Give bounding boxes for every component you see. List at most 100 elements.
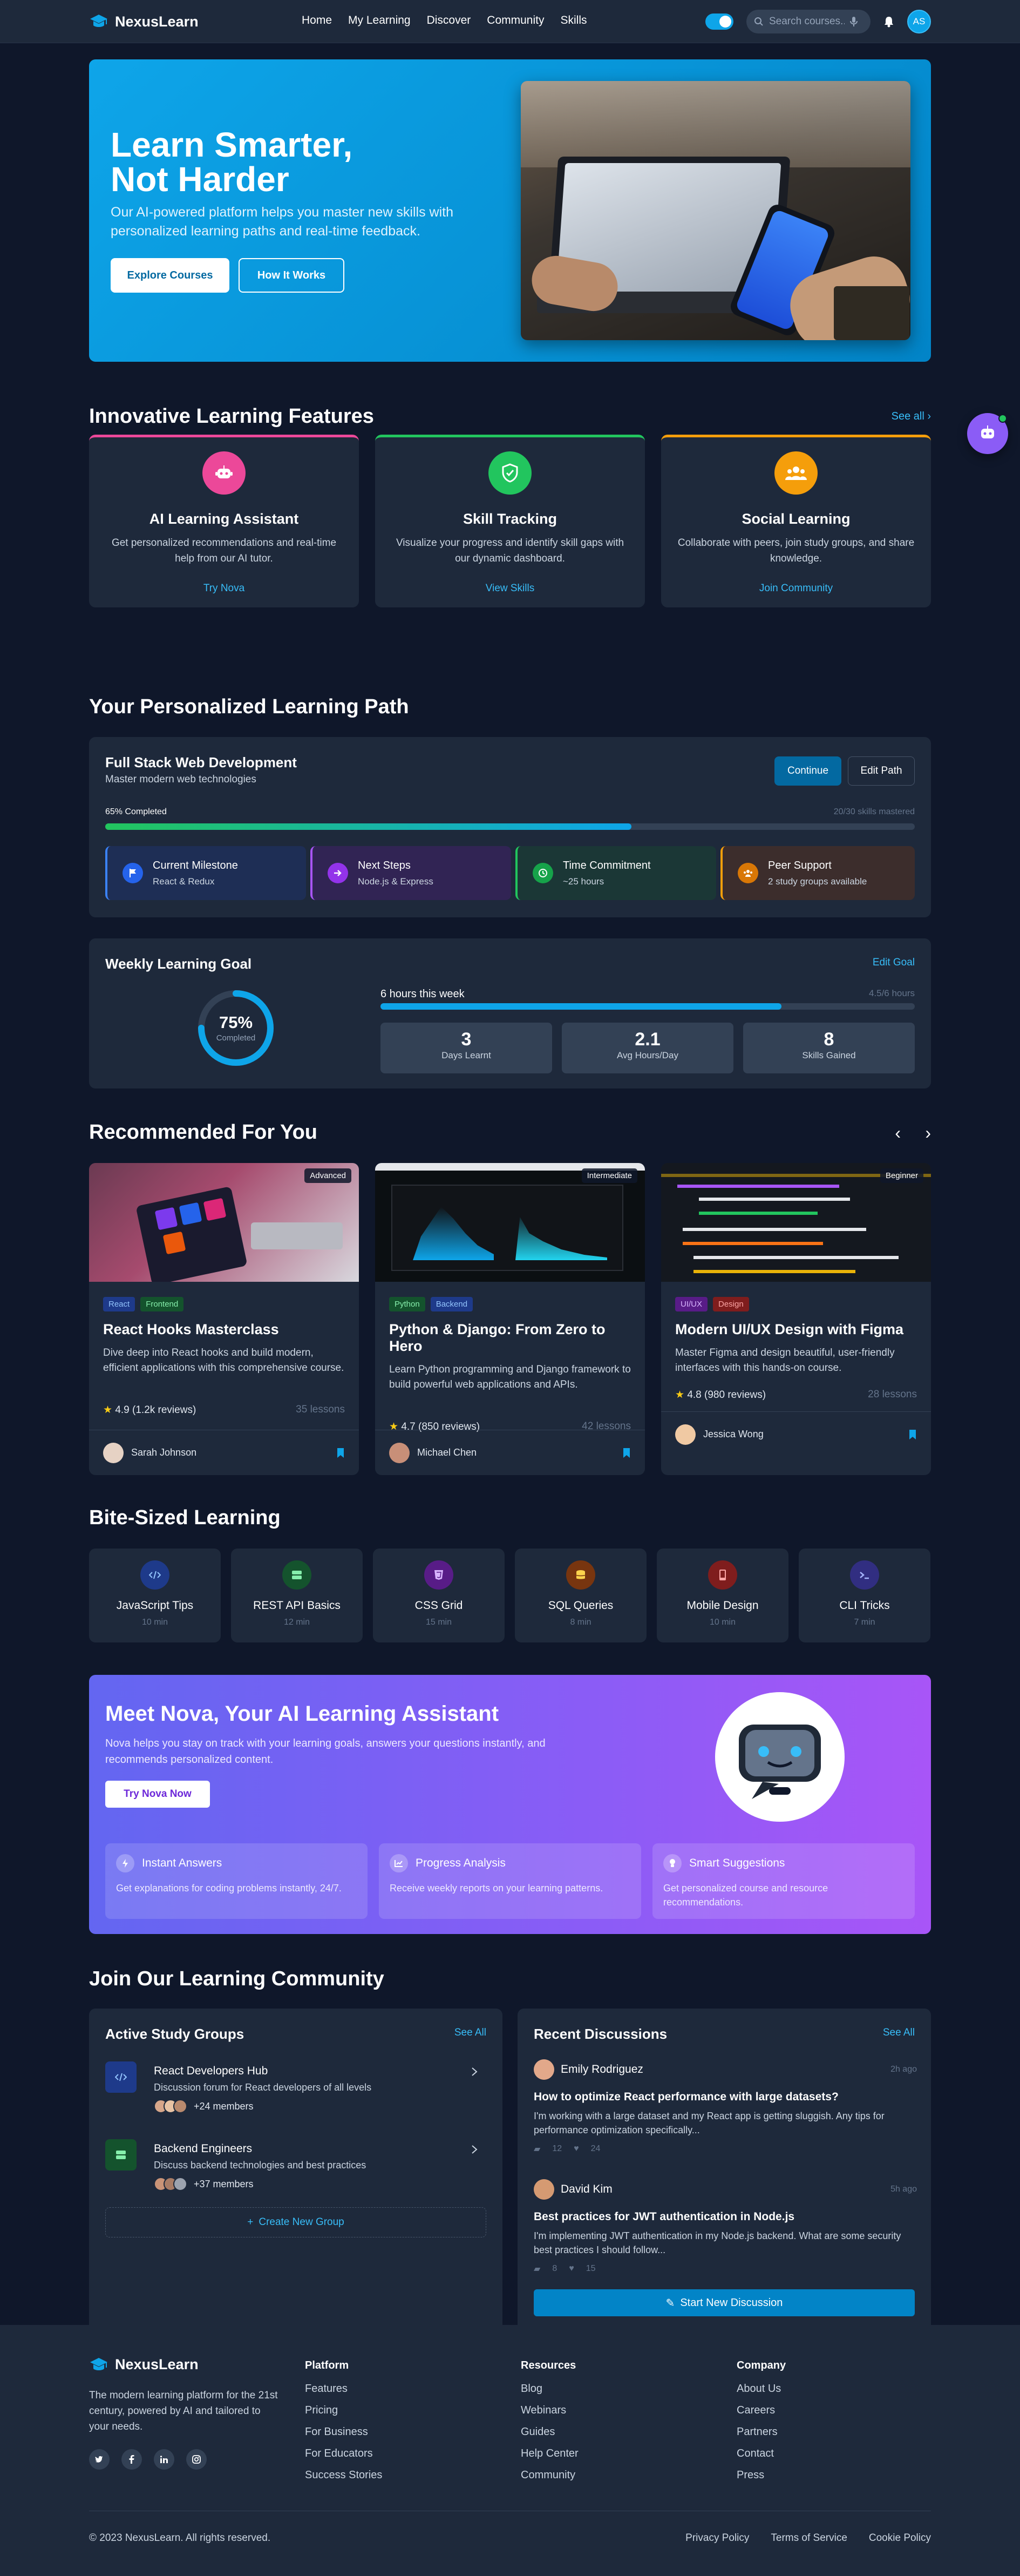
nova-feature-title: Smart Suggestions [689,1857,785,1869]
course-card-react-hooks[interactable]: Advanced React Frontend React Hooks Maste… [89,1163,359,1475]
instagram-icon[interactable] [186,2449,207,2470]
footer-link[interactable]: Contact [737,2448,786,2459]
hero-banner: Learn Smarter, Not Harder Our AI-powered … [89,59,931,362]
carousel-prev-button[interactable]: ‹ [895,1123,901,1143]
footer-brand[interactable]: NexusLearn [89,2356,199,2373]
theme-toggle[interactable] [705,13,733,30]
features-see-all-link[interactable]: See all › [892,410,931,423]
course-desc: Learn Python programming and Django fram… [389,1364,631,1390]
bite-card-sql-queries[interactable]: SQL Queries 8 min [515,1549,647,1642]
footer-link[interactable]: Blog [521,2383,579,2394]
discussion-item[interactable]: David Kim 5h ago Best practices for JWT a… [534,2179,917,2274]
search-icon [754,17,763,26]
footer-link[interactable]: For Educators [305,2448,382,2459]
footer-link[interactable]: Webinars [521,2405,579,2416]
nav-home[interactable]: Home [302,14,332,27]
twitter-icon[interactable] [89,2449,110,2470]
milestone-sub: Node.js & Express [358,876,433,887]
comment-count: 12 [552,2144,562,2153]
privacy-policy-link[interactable]: Privacy Policy [685,2532,749,2544]
bite-card-css-grid[interactable]: CSS Grid 15 min [373,1549,505,1642]
course-title: Modern UI/UX Design with Figma [675,1321,904,1337]
discussions-title: Recent Discussions [534,2026,668,2042]
milestone-next-steps[interactable]: Next Steps Node.js & Express [310,846,511,900]
features-title: Innovative Learning Features [89,405,374,428]
how-it-works-button[interactable]: How It Works [239,258,344,293]
user-avatar[interactable]: AS [907,10,931,33]
bookmark-icon[interactable] [336,1448,345,1458]
nav-my-learning[interactable]: My Learning [348,14,411,27]
footer-link[interactable]: For Business [305,2426,382,2437]
bite-title: JavaScript Tips [116,1599,194,1612]
brand-logo[interactable]: NexusLearn [89,13,199,30]
course-lessons: 28 lessons [868,1389,917,1400]
stat-value: 2.1 [635,1029,661,1050]
course-rating: ★ 4.9 (1.2k reviews) [103,1404,196,1416]
milestone-peer-support[interactable]: Peer Support 2 study groups available [720,846,915,900]
bite-duration: 7 min [854,1618,875,1627]
chart-icon [390,1854,408,1872]
footer-link[interactable]: Guides [521,2426,579,2437]
bite-card-cli-tricks[interactable]: CLI Tricks 7 min [799,1549,930,1642]
microphone-icon[interactable] [850,16,858,27]
nav-discover[interactable]: Discover [427,14,471,27]
hero-subtitle: Our AI-powered platform helps you master… [111,205,453,239]
footer-link[interactable]: Careers [737,2405,786,2416]
footer-link[interactable]: Pricing [305,2405,382,2416]
continue-button[interactable]: Continue [774,756,841,786]
nav-community[interactable]: Community [487,14,544,27]
study-group-backend[interactable]: Backend Engineers Discuss backend techno… [105,2139,478,2209]
linkedin-icon[interactable] [154,2449,174,2470]
bite-card-rest-api[interactable]: REST API Basics 12 min [231,1549,363,1642]
footer-link[interactable]: About Us [737,2383,786,2394]
feature-title: AI Learning Assistant [149,511,299,527]
nav-skills[interactable]: Skills [560,14,587,27]
course-rating: ★ 4.8 (980 reviews) [675,1389,766,1401]
users-icon [738,863,758,883]
explore-courses-button[interactable]: Explore Courses [111,258,229,293]
search-input[interactable] [769,16,845,28]
groups-see-all-link[interactable]: See All [454,2027,486,2039]
edit-path-button[interactable]: Edit Path [848,756,915,786]
join-community-link[interactable]: Join Community [661,583,931,594]
try-nova-button[interactable]: Try Nova Now [105,1781,210,1808]
bookmark-icon[interactable] [622,1448,631,1458]
bite-title: SQL Queries [548,1599,614,1612]
study-group-react[interactable]: React Developers Hub Discussion forum fo… [105,2061,478,2132]
terms-link[interactable]: Terms of Service [771,2532,847,2544]
discussions-see-all-link[interactable]: See All [883,2027,915,2039]
footer-col-title: Resources [521,2359,576,2371]
bite-card-mobile-design[interactable]: Mobile Design 10 min [657,1549,788,1642]
footer-link[interactable]: Partners [737,2426,786,2437]
carousel-next-button[interactable]: › [925,1123,931,1143]
footer-link[interactable]: Press [737,2470,786,2480]
create-group-button[interactable]: + Create New Group [105,2207,486,2237]
start-discussion-button[interactable]: ✎ Start New Discussion [534,2289,915,2316]
course-card-figma-design[interactable]: Beginner UI/UX Design Modern UI/UX Design… [661,1163,931,1475]
bite-card-javascript-tips[interactable]: JavaScript Tips 10 min [89,1549,221,1642]
feature-desc: Collaborate with peers, join study group… [677,537,915,564]
view-skills-link[interactable]: View Skills [375,583,645,594]
nova-desc: Nova helps you stay on track with your l… [105,1737,546,1766]
bite-title: REST API Basics [253,1599,341,1612]
shield-check-icon [488,451,532,495]
milestone-current[interactable]: Current Milestone React & Redux [105,846,306,900]
see-all-label: See all [891,410,924,422]
footer-link[interactable]: Community [521,2470,579,2480]
footer-link[interactable]: Features [305,2383,382,2394]
milestone-title: Current Milestone [153,859,238,871]
discussion-item[interactable]: Emily Rodriguez 2h ago How to optimize Re… [534,2059,917,2154]
course-card-python-django[interactable]: Intermediate Python Backend Python & Djan… [375,1163,645,1475]
cookie-policy-link[interactable]: Cookie Policy [869,2532,931,2544]
try-nova-link[interactable]: Try Nova [89,583,359,594]
footer-col-platform: Platform Features Pricing For Business F… [305,2359,382,2480]
footer-link[interactable]: Success Stories [305,2470,382,2480]
milestone-time-commitment[interactable]: Time Commitment ~25 hours [515,846,716,900]
bookmark-icon[interactable] [908,1429,917,1440]
floating-assistant-button[interactable] [967,413,1008,454]
footer-link[interactable]: Help Center [521,2448,579,2459]
edit-goal-link[interactable]: Edit Goal [873,957,915,969]
facebook-icon[interactable] [121,2449,142,2470]
stat-avg-hours: 2.1 Avg Hours/Day [562,1023,733,1073]
bell-icon[interactable] [883,16,894,28]
